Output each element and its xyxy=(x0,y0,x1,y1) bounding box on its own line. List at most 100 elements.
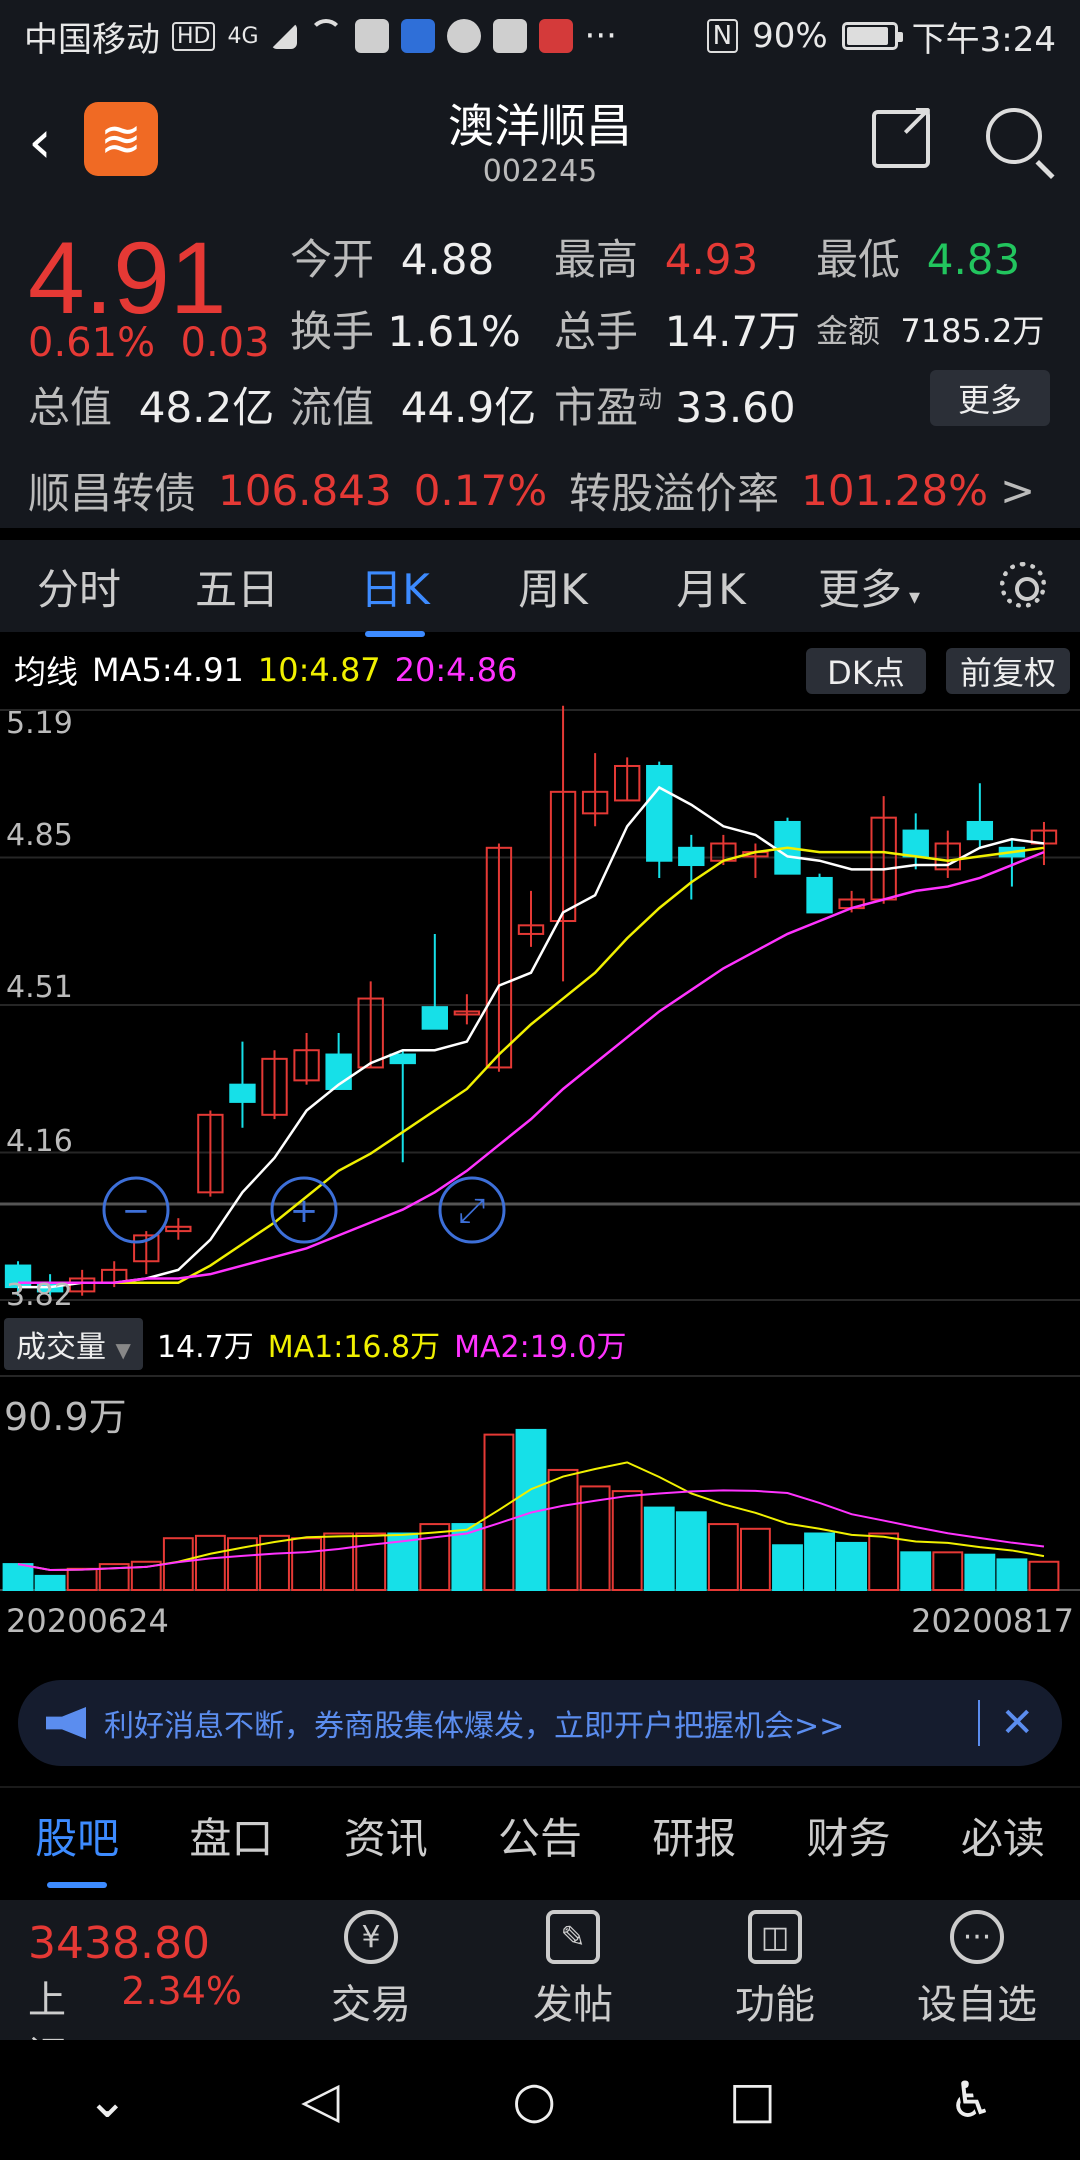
collapse-icon[interactable]: ⌄ xyxy=(86,2071,128,2129)
tab-intraday[interactable]: 分时 xyxy=(0,556,158,617)
shield-app-icon xyxy=(400,19,435,53)
volume-bar-up xyxy=(932,1551,964,1591)
y-tick-label: 4.16 xyxy=(6,1124,73,1159)
stock-header: ‹ ≋ 澳洋顺昌 002245 xyxy=(0,72,1080,202)
system-nav-bar: ⌄ ◁ ○ □ ♿ xyxy=(0,2040,1080,2160)
pe-sup: 动 xyxy=(638,385,663,413)
volume-bar-down xyxy=(964,1553,996,1591)
tab-weekly-k[interactable]: 周K xyxy=(474,556,632,617)
bond-name: 顺昌转债 xyxy=(28,468,197,518)
ma5-line xyxy=(18,785,1045,1289)
volume-bar-up xyxy=(355,1532,387,1592)
start-date: 20200624 xyxy=(6,1602,169,1640)
high-label: 最高 xyxy=(554,235,639,284)
tab-must-read[interactable]: 必读 xyxy=(961,1805,1045,1866)
quote-panel: 4.91 0.61% 0.03 今开 4.88 最高 4.93 最低 4.83 … xyxy=(0,202,1080,452)
volume-max-label: 90.9万 xyxy=(4,1395,127,1439)
volume-bar-down xyxy=(772,1544,803,1592)
battery-percent: 90% xyxy=(752,16,828,56)
functions-button[interactable]: ◫ 功能 xyxy=(674,1900,876,2040)
mail-app-icon xyxy=(538,19,573,53)
close-icon[interactable]: ✕ xyxy=(978,1700,1034,1746)
tab-forum[interactable]: 股吧 xyxy=(35,1805,119,1888)
tab-daily-k[interactable]: 日K xyxy=(316,556,474,637)
tab-announcements[interactable]: 公告 xyxy=(498,1805,582,1866)
convertible-bond-row[interactable]: 顺昌转债 106.843 0.17% 转股溢价率 101.28% > xyxy=(0,452,1080,528)
tab-more-label: 更多 xyxy=(817,564,902,614)
bottom-toolbar: 3438.80 上证2.34% ¥ 交易 ✎ 发帖 ◫ 功能 ··· 设自选 xyxy=(0,1900,1080,2077)
volume-selector[interactable]: 成交量 ▼ xyxy=(4,1318,143,1370)
info-tabs: 股吧 盘口 资讯 公告 研报 财务 必读 xyxy=(0,1786,1080,1888)
premium-label: 转股溢价率 xyxy=(569,468,780,518)
candle-down xyxy=(421,1006,449,1030)
tab-more[interactable]: 更多 ▾ xyxy=(790,556,948,617)
volume-cell: 总手 14.7万 xyxy=(554,298,800,359)
change-percent: 0.61% xyxy=(28,320,156,366)
volume-bar-up xyxy=(483,1433,515,1592)
accessibility-icon[interactable]: ♿ xyxy=(949,2071,994,2129)
battery-icon xyxy=(841,22,903,50)
volume-legend: 成交量 ▼ 14.7万 MA1:16.8万 MA2:19.0万 xyxy=(0,1316,1080,1372)
edit-icon: ✎ xyxy=(546,1910,600,1964)
clock: 下午3:24 xyxy=(911,19,1056,60)
volume-bar-down xyxy=(675,1511,707,1592)
forward-adjust-button[interactable]: 前复权 xyxy=(946,648,1070,694)
premium-value: 101.28% xyxy=(801,465,989,515)
add-watchlist-label: 设自选 xyxy=(917,1982,1037,2028)
qq-icon xyxy=(446,19,481,53)
post-button[interactable]: ✎ 发帖 xyxy=(472,1900,674,2040)
promo-text: 利好消息不断，券商股集体爆发，立即开户把握机会>> xyxy=(104,1709,845,1744)
period-tabs: 分时 五日 日K 周K 月K 更多 ▾ xyxy=(0,540,1080,637)
more-dots-icon: ··· xyxy=(950,1910,1004,1964)
end-date: 20200817 xyxy=(911,1602,1074,1640)
promo-banner[interactable]: 利好消息不断，券商股集体爆发，立即开户把握机会>> ✕ xyxy=(18,1680,1062,1766)
index-ticker[interactable]: 3438.80 上证2.34% xyxy=(0,1900,270,2077)
volume-bar-up xyxy=(707,1523,739,1592)
turnover-value: 1.61% xyxy=(387,307,521,356)
volume-bar-up xyxy=(739,1527,771,1591)
status-bar: 中国移动 HD 4G ··· N 90% 下午3:24 xyxy=(0,0,1080,72)
speaker-icon xyxy=(46,1707,86,1739)
back-triangle-icon[interactable]: ◁ xyxy=(301,2071,339,2129)
volume-selector-label: 成交量 xyxy=(16,1330,106,1365)
home-circle-icon[interactable]: ○ xyxy=(512,2071,556,2129)
volume-bar-down xyxy=(996,1558,1028,1592)
ma20-value: 20:4.86 xyxy=(394,651,518,689)
hd-badge: HD xyxy=(172,21,216,51)
zoom-glyph: ⤢ xyxy=(458,1191,485,1231)
mktcap-cell: 总值 48.2亿 xyxy=(28,374,274,435)
amount-value: 7185.2万 xyxy=(900,312,1045,350)
tab-news[interactable]: 资讯 xyxy=(344,1805,428,1866)
y-tick-label: 4.85 xyxy=(6,818,73,853)
post-label: 发帖 xyxy=(533,1982,613,2028)
add-watchlist-button[interactable]: ··· 设自选 xyxy=(876,1900,1078,2040)
volume-bar-up xyxy=(194,1534,226,1592)
tab-financials[interactable]: 财务 xyxy=(807,1805,891,1866)
tab-research[interactable]: 研报 xyxy=(652,1805,736,1866)
dk-point-button[interactable]: DK点 xyxy=(806,648,926,694)
bond-price: 106.843 xyxy=(218,465,392,515)
yen-icon: ¥ xyxy=(344,1910,398,1964)
tab-five-day[interactable]: 五日 xyxy=(158,556,316,617)
more-notifications-icon: ··· xyxy=(584,16,617,56)
recents-square-icon[interactable]: □ xyxy=(729,2071,776,2129)
y-tick-label: 5.19 xyxy=(6,706,73,741)
bond-pct: 0.17% xyxy=(413,465,548,515)
share-icon[interactable] xyxy=(872,92,936,168)
tab-order-book[interactable]: 盘口 xyxy=(189,1805,273,1866)
open-label: 今开 xyxy=(290,235,375,284)
gear-icon[interactable] xyxy=(1000,562,1046,608)
ma10-value: 10:4.87 xyxy=(257,651,381,689)
more-quote-button[interactable]: 更多 xyxy=(930,370,1050,426)
ma5-value: MA5:4.91 xyxy=(92,651,244,689)
search-icon[interactable] xyxy=(986,108,1042,164)
trade-button[interactable]: ¥ 交易 xyxy=(270,1900,472,2040)
candle-down xyxy=(646,764,673,862)
tab-monthly-k[interactable]: 月K xyxy=(632,556,790,617)
kline-chart[interactable]: − + ⤢ xyxy=(0,700,1080,1600)
ma-legend: 均线 MA5:4.91 10:4.87 20:4.86 DK点 前复权 xyxy=(0,640,1080,700)
low-label: 最低 xyxy=(816,235,901,284)
volume-bar-down xyxy=(900,1551,932,1591)
volume-ma2: MA2:19.0万 xyxy=(454,1330,627,1365)
network-type: 4G xyxy=(227,23,259,49)
